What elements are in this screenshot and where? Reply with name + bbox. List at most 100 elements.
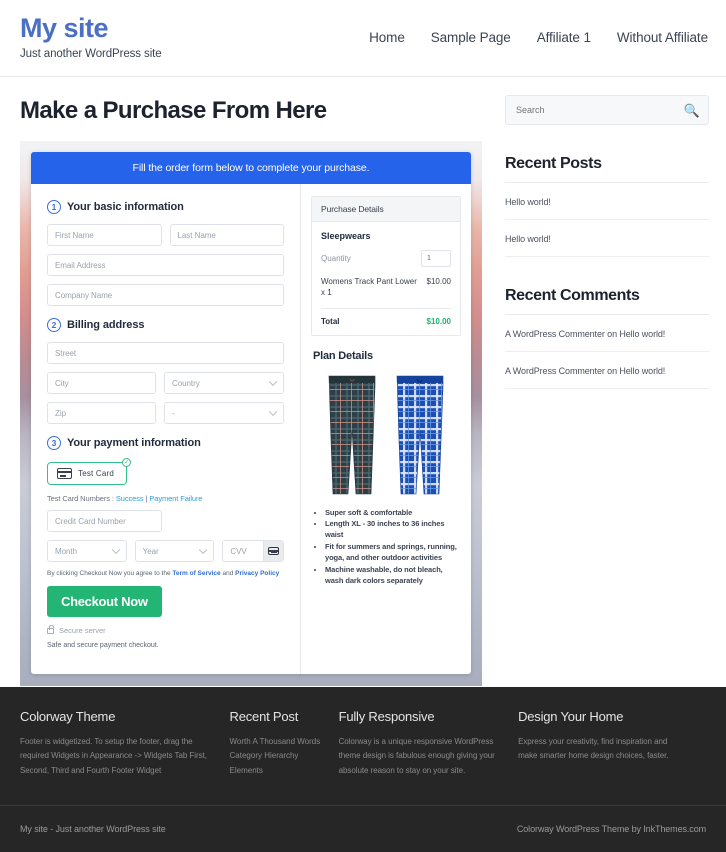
terms-prefix: By clicking Checkout Now you agree to th… — [47, 570, 173, 577]
recent-comments-title: Recent Comments — [505, 287, 709, 315]
recent-posts-title: Recent Posts — [505, 155, 709, 183]
line-item-price: $10.00 — [426, 277, 451, 286]
site-header: My site Just another WordPress site Home… — [0, 0, 726, 77]
footer-widget-text: Colorway is a unique responsive WordPres… — [338, 736, 495, 776]
cvv-hint-icon[interactable] — [263, 541, 284, 561]
step-3-number: 3 — [47, 436, 61, 450]
list-item: Hello world! — [505, 220, 709, 257]
product-image — [311, 368, 461, 508]
privacy-policy-link[interactable]: Privacy Policy — [235, 570, 279, 577]
recent-posts-list: Hello world! Hello world! — [505, 183, 709, 257]
sidebar: 🔍 Recent Posts Hello world! Hello world!… — [500, 77, 726, 686]
recent-comments-list: A WordPress Commenter on Hello world! A … — [505, 315, 709, 389]
email-input[interactable]: Email Address — [47, 254, 284, 276]
footer-bottom-bar: My site - Just another WordPress site Co… — [0, 805, 726, 852]
form-banner: Fill the order form below to complete yo… — [31, 152, 471, 184]
footer-post-link[interactable]: Category Hierarchy — [230, 751, 299, 760]
zip-input[interactable]: Zip — [47, 402, 156, 424]
lock-icon — [47, 625, 55, 634]
safe-checkout-note: Safe and secure payment checkout. — [47, 642, 159, 650]
country-select-value: Country — [172, 378, 200, 388]
checkout-hero-backdrop: Fill the order form below to complete yo… — [20, 141, 482, 686]
list-item: Elements — [230, 764, 321, 779]
step-2-header: 2 Billing address — [47, 318, 284, 332]
list-item: Worth A Thousand Words — [230, 735, 321, 750]
street-input[interactable]: Street — [47, 342, 284, 364]
cvv-input[interactable]: CVV — [222, 540, 285, 562]
test-card-success-link[interactable]: Success — [116, 494, 144, 503]
total-row: Total $10.00 — [321, 317, 451, 326]
state-select[interactable]: - — [164, 402, 284, 424]
footer-widget-recent-post: Recent Post Worth A Thousand Words Categ… — [230, 709, 339, 779]
checkout-now-button[interactable]: Checkout Now — [47, 586, 162, 618]
year-select[interactable]: Year — [134, 540, 215, 562]
year-select-value: Year — [142, 546, 159, 556]
footer-theme-credit: Colorway WordPress Theme by InkThemes.co… — [516, 824, 706, 834]
test-card-failure-link[interactable]: Payment Failure — [149, 494, 202, 503]
nav-item-without-affiliate[interactable]: Without Affiliate — [617, 30, 708, 45]
main-navigation: Home Sample Page Affiliate 1 Without Aff… — [369, 30, 708, 45]
nav-item-home[interactable]: Home — [369, 30, 405, 45]
step-1-header: 1 Your basic information — [47, 200, 284, 214]
list-item: Super soft & comfortable — [325, 508, 461, 519]
search-icon[interactable]: 🔍 — [684, 104, 700, 117]
list-item: Machine washable, do not bleach, wash da… — [325, 565, 461, 587]
recent-comment-link[interactable]: A WordPress Commenter on Hello world! — [505, 329, 665, 339]
list-item: Fit for summers and springs, running, yo… — [325, 542, 461, 564]
line-item-name: Womens Track Pant Lower x 1 — [321, 277, 417, 297]
footer-widget-title: Recent Post — [229, 708, 299, 724]
state-select-value: - — [172, 408, 175, 418]
nav-item-affiliate-1[interactable]: Affiliate 1 — [537, 30, 591, 45]
purchase-details-heading: Purchase Details — [312, 197, 460, 222]
terms-of-service-link[interactable]: Term of Service — [172, 570, 220, 577]
quantity-input[interactable]: 1 — [421, 250, 451, 267]
footer-widgets: Colorway Theme Footer is widgetized. To … — [20, 709, 706, 805]
footer-post-link[interactable]: Elements — [230, 766, 263, 775]
pajama-pants-dark-image — [328, 375, 376, 494]
last-name-input[interactable]: Last Name — [169, 224, 284, 246]
footer-widget-colorway-theme: Colorway Theme Footer is widgetized. To … — [20, 709, 230, 779]
footer-widget-text: Footer is widgetized. To setup the foote… — [20, 736, 207, 776]
total-value: $10.00 — [426, 316, 451, 326]
check-circle-icon: ✓ — [122, 458, 132, 467]
summary-divider — [321, 307, 451, 309]
line-item-row: Womens Track Pant Lower x 1 $10.00 — [321, 277, 451, 299]
checkout-card: Fill the order form below to complete yo… — [31, 152, 471, 674]
country-select[interactable]: Country — [164, 372, 284, 394]
purchase-details-box: Purchase Details Sleepwears Quantity 1 W… — [311, 196, 461, 336]
search-widget[interactable]: 🔍 — [505, 95, 709, 125]
list-item: Length XL - 30 inches to 36 inches waist — [325, 519, 461, 541]
site-title[interactable]: My site — [20, 14, 320, 43]
list-item: A WordPress Commenter on Hello world! — [505, 352, 709, 389]
step-1-number: 1 — [47, 200, 61, 214]
product-name: Sleepwears — [321, 231, 371, 241]
checkout-form: 1 Your basic information First Name Last… — [31, 184, 301, 674]
search-input[interactable] — [516, 105, 684, 115]
footer-post-link[interactable]: Worth A Thousand Words — [230, 737, 321, 746]
site-footer: Colorway Theme Footer is widgetized. To … — [0, 686, 726, 852]
footer-widget-title: Design Your Home — [518, 708, 624, 724]
credit-card-number-input[interactable]: Credit Card Number — [47, 510, 162, 532]
test-card-option[interactable]: Test Card ✓ — [47, 458, 132, 485]
footer-widget-fully-responsive: Fully Responsive Colorway is a unique re… — [339, 709, 518, 779]
recent-post-link[interactable]: Hello world! — [505, 197, 551, 207]
quantity-row: Quantity 1 — [321, 250, 451, 267]
company-row: Company Name — [47, 284, 284, 306]
check-glyph: ✓ — [124, 459, 130, 466]
nav-item-sample-page[interactable]: Sample Page — [431, 30, 511, 45]
plan-details-title: Plan Details — [313, 349, 373, 362]
name-row: First Name Last Name — [47, 224, 284, 246]
test-card-prefix: Test Card Numbers : — [47, 494, 116, 503]
company-input[interactable]: Company Name — [47, 284, 284, 306]
recent-comment-link[interactable]: A WordPress Commenter on Hello world! — [505, 366, 665, 376]
list-item: A WordPress Commenter on Hello world! — [505, 315, 709, 352]
brand-block: My site Just another WordPress site — [20, 10, 320, 61]
first-name-input[interactable]: First Name — [47, 224, 162, 246]
step-2-title: Billing address — [67, 319, 145, 331]
month-select[interactable]: Month — [47, 540, 127, 562]
secure-server-row: Secure server — [47, 625, 284, 635]
recent-post-link[interactable]: Hello world! — [505, 234, 551, 244]
step-3-header: 3 Your payment information — [47, 436, 284, 450]
terms-mid: and — [220, 570, 236, 577]
city-input[interactable]: City — [47, 372, 156, 394]
